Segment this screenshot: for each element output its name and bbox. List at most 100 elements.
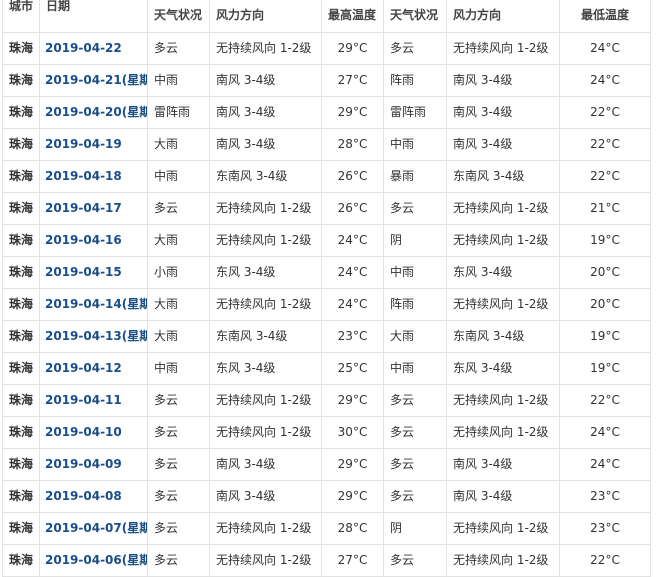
high-temp-cell: 28°C [321,512,384,545]
night-weather-cell: 大雨 [383,320,447,353]
high-temp-cell: 30°C [321,416,384,449]
night-wind-cell: 东风 3-4级 [446,352,560,385]
day-weather-cell: 多云 [147,416,210,449]
night-wind-cell: 无持续风向 1-2级 [446,192,560,225]
low-temp-cell: 22°C [559,384,651,417]
date-link[interactable]: 2019-04-20(星期六) [45,105,147,119]
day-wind-cell: 南风 3-4级 [209,128,322,161]
day-weather-cell: 大雨 [147,128,210,161]
date-link[interactable]: 2019-04-09 [45,457,122,471]
night-weather-cell: 阴 [383,512,447,545]
day-wind-cell: 东南风 3-4级 [209,160,322,193]
low-temp-cell: 23°C [559,512,651,545]
date-link[interactable]: 2019-04-07(星期日) [45,521,147,535]
low-temp-cell: 19°C [559,352,651,385]
date-cell: 2019-04-16 [39,224,148,257]
low-temp-cell: 24°C [559,416,651,449]
day-wind-cell: 无持续风向 1-2级 [209,32,322,65]
night-weather-cell: 多云 [383,192,447,225]
high-temp-cell: 29°C [321,448,384,481]
date-cell: 2019-04-09 [39,448,148,481]
table-row: 珠海 2019-04-17 多云 无持续风向 1-2级 26°C 多云 无持续风向 1-2级… [2,192,651,225]
day-wind-cell: 南风 3-4级 [209,480,322,513]
date-link[interactable]: 2019-04-11 [45,393,122,407]
day-weather-cell: 多云 [147,512,210,545]
table-row: 珠海 2019-04-16 大雨 无持续风向 1-2级 24°C 阴无持续风向 1-2级 1… [2,224,651,257]
day-weather-cell: 大雨 [147,288,210,321]
high-temp-cell: 29°C [321,384,384,417]
date-link[interactable]: 2019-04-10 [45,425,122,439]
city-cell: 珠海 [2,256,40,289]
night-wind-cell: 南风 3-4级 [446,96,560,129]
table-row: 珠海2019-04-13(星期六)大雨东南风 3-4级23°C大雨东南风 3-4… [2,320,651,353]
date-link[interactable]: 2019-04-14(星期日) [45,297,147,311]
night-wind-cell: 东风 3-4级 [446,256,560,289]
high-temp-cell: 29°C [321,480,384,513]
date-link[interactable]: 2019-04-18 [45,169,122,183]
table-row: 珠海 2019-04-15 小雨 东风 3-4级 24°C 中雨 东风 3-4级 20°C [2,256,651,289]
low-temp-cell: 24°C [559,448,651,481]
night-weather-cell: 阵雨 [383,64,447,97]
night-weather-cell: 阴 [383,224,447,257]
day-weather-cell: 多云 [147,480,210,513]
date-cell: 2019-04-22 [39,32,148,65]
date-cell: 2019-04-07(星期日) [39,512,148,545]
night-weather-cell: 多云 [383,448,447,481]
city-cell: 珠海 [2,512,40,545]
high-temp-cell: 29°C [321,32,384,65]
date-cell: 2019-04-20(星期六) [39,96,148,129]
date-link[interactable]: 2019-04-19 [45,137,122,151]
date-link[interactable]: 2019-04-15 [45,265,122,279]
date-cell: 2019-04-15 [39,256,148,289]
city-cell: 珠海 [2,64,40,97]
date-cell: 2019-04-19 [39,128,148,161]
table-row: 珠海2019-04-14(星期日)大雨无持续风向 1-2级24°C阵雨无持续风向… [2,288,651,321]
table-row: 珠海 2019-04-08 多云 南风 3-4级 29°C 多云 南风 3-4级 23°C [2,480,651,513]
night-weather-cell: 中雨 [383,256,447,289]
header-night-weather: 天气状况 [383,0,447,33]
city-cell: 珠海 [2,160,40,193]
low-temp-cell: 22°C [559,96,651,129]
date-link[interactable]: 2019-04-22 [45,41,122,55]
night-wind-cell: 无持续风向 1-2级 [446,512,560,545]
night-wind-cell: 无持续风向 1-2级 [446,32,560,65]
date-link[interactable]: 2019-04-08 [45,489,122,503]
header-night-wind: 风力方向 [446,0,560,33]
date-cell: 2019-04-11 [39,384,148,417]
night-wind-cell: 南风 3-4级 [446,480,560,513]
city-cell: 珠海 [2,224,40,257]
day-wind-cell: 无持续风向 1-2级 [209,288,322,321]
date-link[interactable]: 2019-04-17 [45,201,122,215]
day-wind-cell: 东风 3-4级 [209,352,322,385]
night-wind-cell: 南风 3-4级 [446,448,560,481]
date-cell: 2019-04-21(星期日) [39,64,148,97]
high-temp-cell: 24°C [321,288,384,321]
day-wind-cell: 南风 3-4级 [209,448,322,481]
night-weather-cell: 多云 [383,32,447,65]
night-weather-cell: 中雨 [383,352,447,385]
high-temp-cell: 26°C [321,160,384,193]
date-link[interactable]: 2019-04-21(星期日) [45,73,147,87]
day-weather-cell: 多云 [147,192,210,225]
date-link[interactable]: 2019-04-16 [45,233,122,247]
day-wind-cell: 无持续风向 1-2级 [209,192,322,225]
day-wind-cell: 无持续风向 1-2级 [209,512,322,545]
header-date: 日期 [39,0,148,33]
date-link[interactable]: 2019-04-13(星期六) [45,329,147,343]
high-temp-cell: 26°C [321,192,384,225]
date-link[interactable]: 2019-04-06(星期六) [45,553,147,567]
table-row: 珠海 2019-04-19 大雨 南风 3-4级 28°C 中雨 南风 3-4级 22°C [2,128,651,161]
day-wind-cell: 无持续风向 1-2级 [209,416,322,449]
night-weather-cell: 暴雨 [383,160,447,193]
low-temp-cell: 21°C [559,192,651,225]
header-day-weather: 天气状况 [147,0,210,33]
city-cell: 珠海 [2,192,40,225]
high-temp-cell: 24°C [321,224,384,257]
low-temp-cell: 20°C [559,256,651,289]
date-link[interactable]: 2019-04-12 [45,361,122,375]
night-weather-cell: 多云 [383,416,447,449]
day-wind-cell: 无持续风向 1-2级 [209,224,322,257]
table-row: 珠海 2019-04-10 多云 无持续风向 1-2级 30°C 多云 无持续风向 1-2级… [2,416,651,449]
table-row: 珠海 2019-04-09 多云 南风 3-4级 29°C 多云 南风 3-4级 24°C [2,448,651,481]
night-weather-cell: 雷阵雨 [383,96,447,129]
